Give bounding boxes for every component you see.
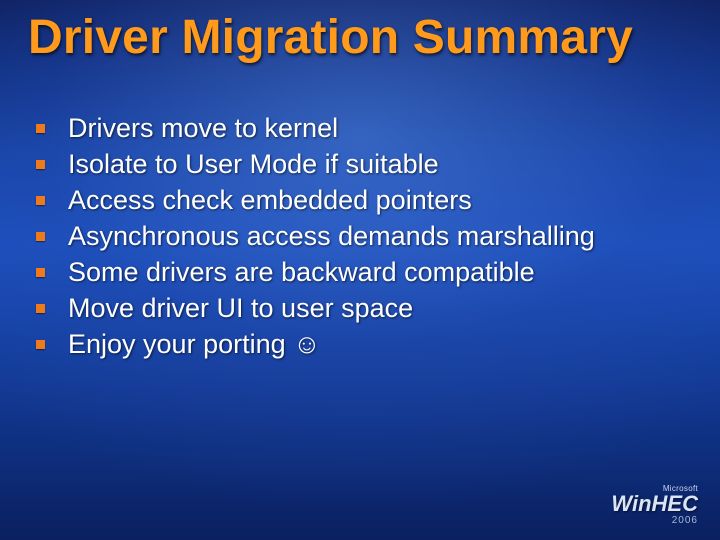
list-item: Enjoy your porting ☺: [66, 326, 690, 362]
bullet-icon: [36, 160, 45, 169]
logo-brand-text: WinHEC: [611, 491, 698, 516]
list-item: Isolate to User Mode if suitable: [66, 146, 690, 182]
list-item: Some drivers are backward compatible: [66, 254, 690, 290]
list-item: Drivers move to kernel: [66, 110, 690, 146]
bullet-icon: [36, 268, 45, 277]
list-item-text: Enjoy your porting ☺: [68, 329, 321, 359]
logo-brand: WinHEC: [611, 494, 698, 514]
bullet-icon: [36, 124, 45, 133]
bullet-icon: [36, 196, 45, 205]
list-item-text: Move driver UI to user space: [68, 293, 413, 323]
slide-title: Driver Migration Summary: [28, 10, 633, 65]
list-item-text: Some drivers are backward compatible: [68, 257, 535, 287]
list-item-text: Drivers move to kernel: [68, 113, 338, 143]
list-item-text: Asynchronous access demands marshalling: [68, 221, 595, 251]
bullet-icon: [36, 340, 45, 349]
list-item: Asynchronous access demands marshalling: [66, 218, 690, 254]
list-item-text: Isolate to User Mode if suitable: [68, 149, 439, 179]
list-item: Access check embedded pointers: [66, 182, 690, 218]
slide: Driver Migration Summary Drivers move to…: [0, 0, 720, 540]
bullet-icon: [36, 232, 45, 241]
logo-company: Microsoft: [611, 484, 698, 493]
logo-year: 2006: [611, 515, 698, 526]
list-item: Move driver UI to user space: [66, 290, 690, 326]
bullet-list: Drivers move to kernel Isolate to User M…: [66, 110, 690, 362]
bullet-icon: [36, 304, 45, 313]
list-item-text: Access check embedded pointers: [68, 185, 472, 215]
footer-logo: Microsoft WinHEC 2006: [611, 484, 698, 526]
